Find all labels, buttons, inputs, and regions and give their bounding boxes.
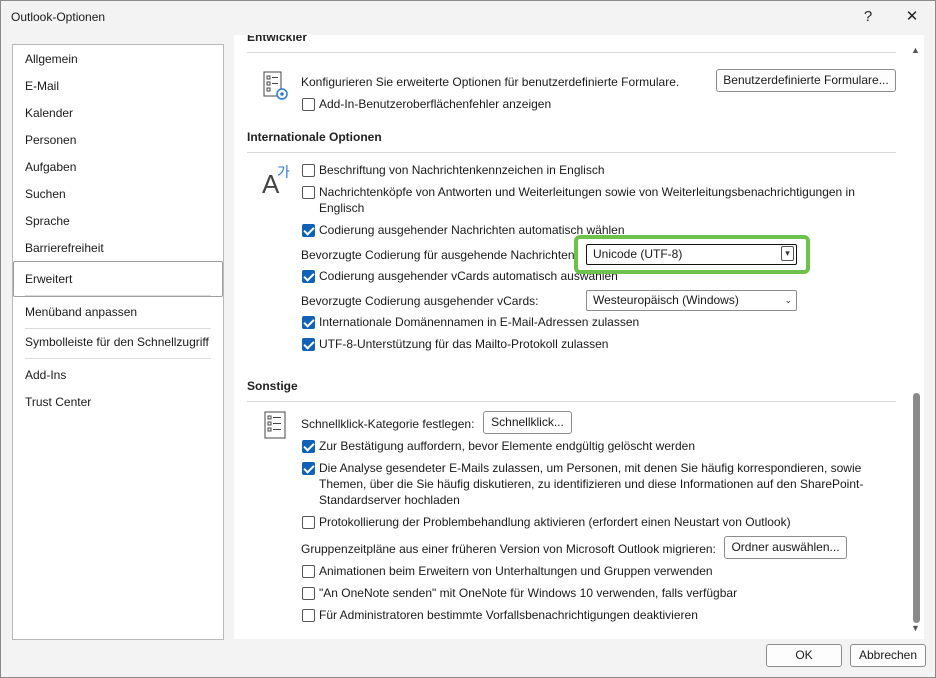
- sidebar-divider: [25, 295, 211, 296]
- outlook-options-dialog: Outlook-Optionen ? ✕ Allgemein E-Mail Ka…: [0, 0, 936, 678]
- chevron-down-icon: ▾: [781, 246, 794, 261]
- preferred-encoding-label: Bevorzugte Codierung für ausgehende Nach…: [301, 248, 578, 262]
- admin-notifications-checkbox[interactable]: [302, 609, 315, 622]
- scroll-down-icon[interactable]: ▼: [911, 623, 920, 633]
- language-icon: A 가: [261, 162, 295, 201]
- troubleshoot-log-label: Protokollierung der Problembehandlung ak…: [319, 515, 791, 529]
- vcard-encoding-select[interactable]: Westeuropäisch (Windows) ⌄: [586, 290, 797, 311]
- sidebar-item-barrierefreiheit[interactable]: Barrierefreiheit: [25, 241, 104, 255]
- sidebar-item-email[interactable]: E-Mail: [25, 79, 59, 93]
- scrollbar-thumb[interactable]: [913, 393, 920, 623]
- list-icon: [264, 411, 288, 444]
- idn-checkbox[interactable]: [302, 316, 315, 329]
- help-button[interactable]: ?: [857, 7, 879, 27]
- custom-forms-text: Konfigurieren Sie erweiterte Optionen fü…: [301, 75, 680, 89]
- chevron-down-icon: ⌄: [784, 295, 792, 305]
- confirm-delete-checkbox[interactable]: [302, 440, 315, 453]
- flags-english-label: Beschriftung von Nachrichtenkennzeichen …: [319, 163, 605, 177]
- analysis-label-cont2: Standardserver hochladen: [319, 493, 460, 507]
- vcard-encoding-label: Bevorzugte Codierung ausgehender vCards:: [301, 294, 539, 308]
- ok-button[interactable]: OK: [766, 644, 842, 667]
- analysis-label-cont: Themen, über die Sie häufig diskutieren,…: [319, 477, 864, 491]
- auto-encoding-checkbox[interactable]: [302, 224, 315, 237]
- preferred-encoding-select[interactable]: Unicode (UTF-8) ▾: [586, 244, 797, 265]
- headers-english-checkbox[interactable]: [302, 186, 315, 199]
- headers-english-label-cont: Englisch: [319, 201, 365, 215]
- migrate-label: Gruppenzeitpläne aus einer früheren Vers…: [301, 542, 716, 556]
- analysis-label: Die Analyse gesendeter E-Mails zulassen,…: [319, 461, 862, 475]
- admin-notifications-label: Für Administratoren bestimmte Vorfallsbe…: [319, 608, 698, 622]
- sidebar-item-personen[interactable]: Personen: [25, 133, 76, 147]
- sidebar-item-schnellzugriff[interactable]: Symbolleiste für den Schnellzugriff: [25, 335, 209, 349]
- custom-forms-icon: [262, 70, 290, 105]
- flags-english-checkbox[interactable]: [302, 164, 315, 177]
- utf8-mailto-checkbox[interactable]: [302, 338, 315, 351]
- confirm-delete-label: Zur Bestätigung auffordern, bevor Elemen…: [319, 439, 696, 453]
- title-bar: Outlook-Optionen ? ✕: [1, 1, 935, 33]
- close-button[interactable]: ✕: [901, 7, 923, 27]
- sidebar-divider: [25, 358, 211, 359]
- troubleshoot-log-checkbox[interactable]: [302, 516, 315, 529]
- window-title: Outlook-Optionen: [11, 10, 106, 24]
- animations-label: Animationen beim Erweitern von Unterhalt…: [319, 564, 713, 578]
- sidebar-item-menuband[interactable]: Menüband anpassen: [25, 305, 137, 319]
- section-heading-developer: Entwickler: [247, 35, 308, 44]
- onenote-checkbox[interactable]: [302, 587, 315, 600]
- scrollbar[interactable]: ▲ ▼: [909, 41, 925, 639]
- sidebar-divider: [25, 328, 211, 329]
- sidebar-item-allgemein[interactable]: Allgemein: [25, 52, 78, 66]
- sidebar-item-erweitert[interactable]: Erweitert: [25, 272, 72, 286]
- cancel-button[interactable]: Abbrechen: [850, 644, 926, 667]
- sidebar-item-aufgaben[interactable]: Aufgaben: [25, 160, 76, 174]
- sidebar-item-sprache[interactable]: Sprache: [25, 214, 70, 228]
- animations-checkbox[interactable]: [302, 565, 315, 578]
- section-divider: [247, 152, 896, 153]
- auto-vcard-label: Codierung ausgehender vCards automatisch…: [319, 269, 618, 283]
- section-divider: [247, 401, 896, 402]
- section-heading-international: Internationale Optionen: [247, 130, 382, 144]
- section-heading-other: Sonstige: [247, 379, 298, 393]
- sidebar-item-trust-center[interactable]: Trust Center: [25, 395, 91, 409]
- sidebar: Allgemein E-Mail Kalender Personen Aufga…: [12, 44, 224, 640]
- onenote-label: "An OneNote senden" mit OneNote für Wind…: [319, 586, 738, 600]
- quickclick-button[interactable]: Schnellklick...: [483, 411, 572, 434]
- preferred-encoding-value: Unicode (UTF-8): [593, 247, 683, 261]
- svg-text:가: 가: [277, 165, 290, 181]
- section-divider: [247, 52, 896, 53]
- settings-panel: Entwickler Konfigurieren Sie erweiterte …: [234, 35, 924, 639]
- addin-errors-checkbox[interactable]: [302, 98, 315, 111]
- migrate-button[interactable]: Ordner auswählen...: [724, 536, 847, 559]
- utf8-mailto-label: UTF-8-Unterstützung für das Mailto-Proto…: [319, 337, 609, 351]
- scroll-up-icon[interactable]: ▲: [911, 45, 920, 55]
- analysis-checkbox[interactable]: [302, 462, 315, 475]
- addin-errors-label: Add-In-Benutzeroberflächenfehler anzeige…: [319, 97, 552, 111]
- idn-label: Internationale Domänennamen in E-Mail-Ad…: [319, 315, 640, 329]
- quickclick-label: Schnellklick-Kategorie festlegen:: [301, 417, 475, 431]
- vcard-encoding-value: Westeuropäisch (Windows): [593, 293, 739, 307]
- auto-vcard-checkbox[interactable]: [302, 270, 315, 283]
- custom-forms-button[interactable]: Benutzerdefinierte Formulare...: [716, 69, 896, 92]
- sidebar-item-kalender[interactable]: Kalender: [25, 106, 73, 120]
- sidebar-item-addins[interactable]: Add-Ins: [25, 368, 66, 382]
- sidebar-item-suchen[interactable]: Suchen: [25, 187, 66, 201]
- headers-english-label: Nachrichtenköpfe von Antworten und Weite…: [319, 185, 855, 199]
